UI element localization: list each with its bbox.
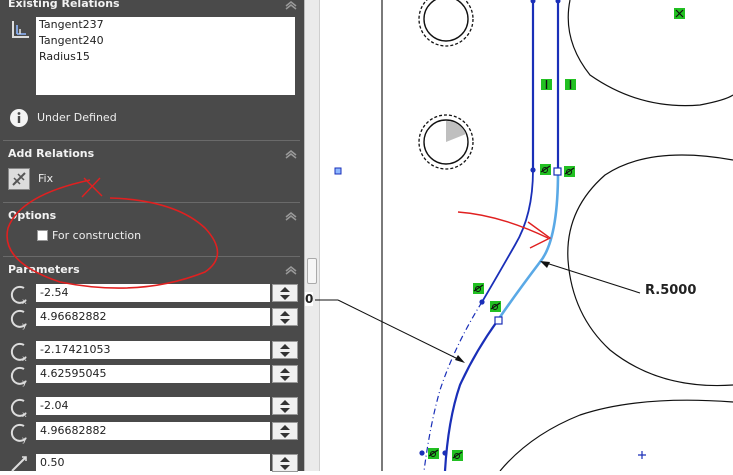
radius-dimension-label[interactable]: R.5000 xyxy=(645,283,696,298)
parameter-field[interactable]: -2.54 xyxy=(36,284,270,302)
sketch-point xyxy=(530,167,536,173)
collapse-chevron-icon[interactable] xyxy=(284,265,298,275)
relation-icon-fix xyxy=(674,8,685,19)
red-annotation-arrowhead xyxy=(527,221,552,249)
arc-center-y-icon: y xyxy=(10,423,27,444)
sketch-arc-lower xyxy=(443,319,499,471)
svg-text:x: x xyxy=(22,297,27,306)
fix-label: Fix xyxy=(38,172,54,185)
arc-start-x-icon: x xyxy=(10,285,27,306)
svg-text:x: x xyxy=(22,410,27,419)
spin-button[interactable] xyxy=(272,454,298,472)
dimension-label-cut[interactable]: 0 xyxy=(305,292,314,306)
relation-icon-parallel xyxy=(541,79,552,90)
list-item[interactable]: Tangent240 xyxy=(36,33,295,49)
sketch-point xyxy=(555,0,561,4)
relation-icon-tangent xyxy=(452,450,463,461)
spin-button[interactable] xyxy=(272,284,298,302)
dimension-arrow xyxy=(540,261,550,268)
sketch-arc-inner xyxy=(481,169,534,303)
large-circle-top xyxy=(567,0,733,107)
divider xyxy=(3,256,300,257)
svg-text:y: y xyxy=(22,435,27,444)
options-header[interactable]: Options xyxy=(8,209,56,222)
collapse-chevron-icon[interactable] xyxy=(284,211,298,221)
arc-end-y-icon: y xyxy=(10,366,27,387)
dimension-arrow xyxy=(455,355,465,363)
selected-arc xyxy=(496,171,560,321)
dimension-leader xyxy=(542,261,641,294)
fix-relation-button[interactable] xyxy=(8,168,30,190)
parameter-field[interactable]: 4.62595045 xyxy=(36,365,270,383)
selected-endpoint xyxy=(494,316,503,325)
info-icon xyxy=(10,109,28,127)
for-construction-label: For construction xyxy=(52,229,142,242)
divider xyxy=(3,202,300,203)
relation-icon-tangent xyxy=(428,448,439,459)
add-relations-header[interactable]: Add Relations xyxy=(8,147,94,160)
arc-start-y-icon: y xyxy=(10,309,27,330)
existing-relations-list[interactable]: Tangent237 Tangent240 Radius15 xyxy=(36,17,295,95)
splitter-handle[interactable] xyxy=(307,258,317,284)
collapse-chevron-icon[interactable] xyxy=(284,0,298,10)
spin-button[interactable] xyxy=(272,308,298,326)
fix-icon xyxy=(12,172,26,186)
arc-center-x-icon: x xyxy=(10,398,27,419)
hole-circle-top xyxy=(418,0,474,47)
parameters-header[interactable]: Parameters xyxy=(8,263,80,276)
origin-marker xyxy=(638,451,646,459)
status-text: Under Defined xyxy=(37,111,117,124)
construction-line xyxy=(423,301,483,471)
relation-icon-parallel xyxy=(565,79,576,90)
arc-end-x-icon: x xyxy=(10,342,27,363)
relation-icon-tangent xyxy=(540,164,551,175)
dimension-leader-left xyxy=(337,299,463,362)
red-annotation-arrow xyxy=(457,211,549,239)
relation-icon-tangent xyxy=(564,166,575,177)
large-circle-bottom xyxy=(499,399,733,471)
hole-circle-middle xyxy=(418,114,474,170)
parameter-field[interactable]: -2.17421053 xyxy=(36,341,270,359)
spin-button[interactable] xyxy=(272,422,298,440)
svg-text:y: y xyxy=(22,378,27,387)
radius-field[interactable]: 0.50 xyxy=(36,454,270,472)
svg-text:x: x xyxy=(22,354,27,363)
parameter-field[interactable]: 4.96682882 xyxy=(36,308,270,326)
property-manager-panel: Existing Relations Tangent237 Tangent240… xyxy=(0,0,304,472)
sketch-point xyxy=(442,450,448,456)
spin-button[interactable] xyxy=(272,397,298,415)
spin-button[interactable] xyxy=(272,365,298,383)
collapse-chevron-icon[interactable] xyxy=(284,149,298,159)
list-item[interactable]: Tangent237 xyxy=(36,17,295,33)
large-circle-middle xyxy=(567,154,733,387)
relation-icon-tangent xyxy=(473,283,484,294)
list-item[interactable]: Radius15 xyxy=(36,49,295,65)
panel-splitter[interactable] xyxy=(304,0,320,471)
spin-button[interactable] xyxy=(272,341,298,359)
for-construction-checkbox[interactable] xyxy=(37,230,48,241)
sketch-point-marker xyxy=(334,167,342,175)
existing-relations-header[interactable]: Existing Relations xyxy=(8,0,120,10)
relations-icon xyxy=(12,21,29,38)
svg-text:y: y xyxy=(22,321,27,330)
relation-icon-tangent xyxy=(490,301,501,312)
parameter-field[interactable]: -2.04 xyxy=(36,397,270,415)
sketch-point xyxy=(530,0,536,4)
sketch-point xyxy=(419,450,425,456)
sketch-point xyxy=(479,299,485,305)
divider xyxy=(3,140,300,141)
selected-endpoint xyxy=(553,167,562,176)
parameter-field[interactable]: 4.96682882 xyxy=(36,422,270,440)
radius-icon xyxy=(11,456,27,472)
